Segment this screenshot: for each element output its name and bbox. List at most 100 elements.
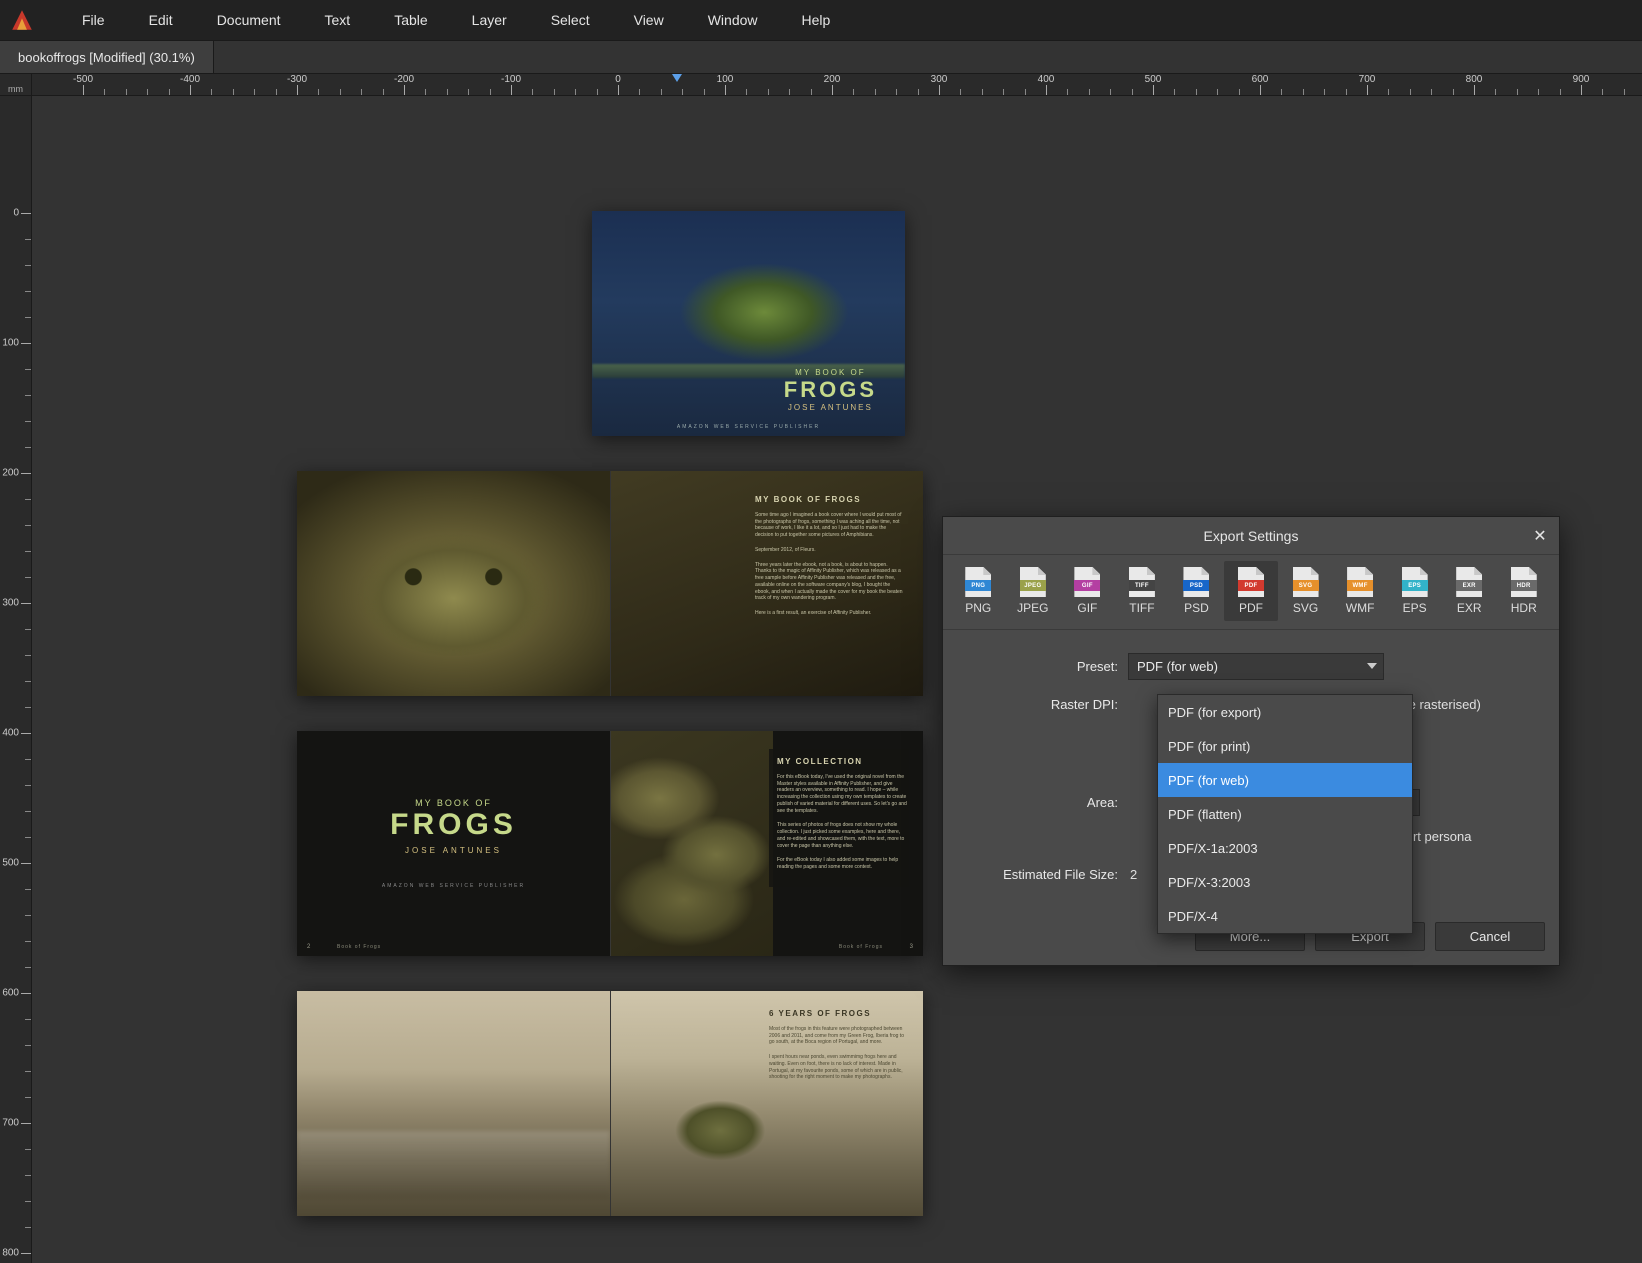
estimated-size-label: Estimated File Size: bbox=[963, 867, 1128, 882]
ruler-minor-tick bbox=[25, 655, 31, 656]
ruler-minor-tick bbox=[25, 837, 31, 838]
spread-3-text: MY COLLECTION For this eBook today, I've… bbox=[769, 749, 909, 887]
ruler-minor-tick bbox=[25, 499, 31, 500]
pdf-file-icon: PDF bbox=[1238, 567, 1264, 597]
format-tab-eps[interactable]: EPSEPS bbox=[1387, 561, 1442, 621]
preset-option[interactable]: PDF/X-1a:2003 bbox=[1158, 831, 1412, 865]
format-tab-wmf[interactable]: WMFWMF bbox=[1333, 561, 1388, 621]
spread-4[interactable]: 6 YEARS OF FROGS Most of the frogs in th… bbox=[297, 991, 923, 1216]
menu-bar: File Edit Document Text Table Layer Sele… bbox=[0, 0, 1642, 40]
format-tab-label: SVG bbox=[1293, 601, 1318, 615]
spread-2-heading: MY BOOK OF FROGS bbox=[755, 495, 905, 506]
format-tab-pdf[interactable]: PDF PDF bbox=[1224, 561, 1279, 621]
spread-3-photo bbox=[611, 731, 773, 956]
menu-file[interactable]: File bbox=[60, 2, 127, 38]
ruler-tick bbox=[190, 85, 191, 95]
ruler-tick-label: -400 bbox=[180, 74, 200, 85]
preset-option[interactable]: PDF (for web) bbox=[1158, 763, 1412, 797]
ruler-minor-tick bbox=[25, 785, 31, 786]
preset-value: PDF (for web) bbox=[1137, 659, 1218, 674]
spread-3-p2: This series of photos of frogs does not … bbox=[777, 822, 909, 849]
ruler-minor-tick bbox=[25, 915, 31, 916]
spread-2-p3: Three years later the ebook, not a book,… bbox=[755, 562, 905, 603]
ruler-minor-tick bbox=[575, 89, 576, 95]
ruler-tick bbox=[1260, 85, 1261, 95]
format-tab-png[interactable]: PNGPNG bbox=[951, 561, 1006, 621]
format-tab-jpeg[interactable]: JPEGJPEG bbox=[1006, 561, 1061, 621]
ruler-minor-tick bbox=[1624, 89, 1625, 95]
ruler-tick-label: 400 bbox=[2, 728, 19, 739]
ruler-minor-tick bbox=[447, 89, 448, 95]
dialog-title-bar[interactable]: Export Settings ✕ bbox=[943, 517, 1559, 555]
preset-option[interactable]: PDF/X-4 bbox=[1158, 899, 1412, 933]
ruler-minor-tick bbox=[746, 89, 747, 95]
ruler-minor-tick bbox=[1025, 89, 1026, 95]
spread-4-text: 6 YEARS OF FROGS Most of the frogs in th… bbox=[769, 1009, 909, 1089]
format-tab-psd[interactable]: PSDPSD bbox=[1169, 561, 1224, 621]
menu-table[interactable]: Table bbox=[372, 2, 449, 38]
preset-select[interactable]: PDF (for web) bbox=[1128, 653, 1384, 680]
ruler-minor-tick bbox=[1217, 89, 1218, 95]
menu-layer[interactable]: Layer bbox=[450, 2, 529, 38]
horizontal-ruler[interactable]: -500-400-300-200-10001002003004005006007… bbox=[32, 74, 1642, 95]
vertical-ruler[interactable]: 0100200300400500600700800 bbox=[0, 96, 32, 1263]
ruler-tick-label: 200 bbox=[824, 74, 841, 85]
ruler-tick-label: 0 bbox=[615, 74, 621, 85]
ruler-minor-tick bbox=[169, 89, 170, 95]
menu-select[interactable]: Select bbox=[529, 2, 612, 38]
ruler-minor-tick bbox=[639, 89, 640, 95]
ruler-minor-tick bbox=[1196, 89, 1197, 95]
ruler-tick-label: -300 bbox=[287, 74, 307, 85]
spread-3[interactable]: MY BOOK OF FROGS JOSE ANTUNES AMAZON WEB… bbox=[297, 731, 923, 956]
ruler-tick bbox=[404, 85, 405, 95]
menu-window[interactable]: Window bbox=[686, 2, 780, 38]
format-tab-svg[interactable]: SVGSVG bbox=[1278, 561, 1333, 621]
spread-2[interactable]: MY BOOK OF FROGS Some time ago I imagine… bbox=[297, 471, 923, 696]
ruler-minor-tick bbox=[25, 811, 31, 812]
cancel-button[interactable]: Cancel bbox=[1435, 922, 1545, 951]
ruler-tick-label: 800 bbox=[2, 1248, 19, 1259]
ruler-minor-tick bbox=[1388, 89, 1389, 95]
ruler-minor-tick bbox=[490, 89, 491, 95]
menu-help[interactable]: Help bbox=[780, 2, 853, 38]
format-tab-gif[interactable]: GIFGIF bbox=[1060, 561, 1115, 621]
document-tab[interactable]: bookoffrogs [Modified] (30.1%) bbox=[0, 41, 214, 73]
ruler-tick bbox=[21, 1253, 31, 1254]
preset-option[interactable]: PDF (for export) bbox=[1158, 695, 1412, 729]
preset-option[interactable]: PDF/X-3:2003 bbox=[1158, 865, 1412, 899]
dialog-title: Export Settings bbox=[1204, 528, 1299, 544]
ruler-minor-tick bbox=[425, 89, 426, 95]
ruler-playhead-icon[interactable] bbox=[672, 74, 682, 82]
format-tab-exr[interactable]: EXREXR bbox=[1442, 561, 1497, 621]
ruler-minor-tick bbox=[1560, 89, 1561, 95]
cover-author: JOSE ANTUNES bbox=[784, 403, 877, 412]
cover-title-block: MY BOOK OF FROGS JOSE ANTUNES bbox=[784, 368, 877, 412]
ruler-minor-tick bbox=[1281, 89, 1282, 95]
ruler-minor-tick bbox=[1410, 89, 1411, 95]
preset-label: Preset: bbox=[963, 659, 1128, 674]
format-tab-tiff[interactable]: TIFFTIFF bbox=[1115, 561, 1170, 621]
format-tab-label: TIFF bbox=[1129, 601, 1154, 615]
ruler-tick-label: 800 bbox=[1466, 74, 1483, 85]
ruler-minor-tick bbox=[1239, 89, 1240, 95]
spread-3-heading: MY COLLECTION bbox=[777, 757, 909, 768]
menu-view[interactable]: View bbox=[612, 2, 686, 38]
page-number-left: 2 bbox=[307, 944, 310, 950]
preset-option[interactable]: PDF (flatten) bbox=[1158, 797, 1412, 831]
spread-3-p1: For this eBook today, I've used the orig… bbox=[777, 774, 909, 815]
ruler-minor-tick bbox=[1602, 89, 1603, 95]
menu-edit[interactable]: Edit bbox=[127, 2, 195, 38]
ruler-tick-label: -100 bbox=[501, 74, 521, 85]
spread-4-p1: Most of the frogs in this feature were p… bbox=[769, 1026, 909, 1046]
menu-text[interactable]: Text bbox=[303, 2, 373, 38]
spread-cover[interactable]: MY BOOK OF FROGS JOSE ANTUNES AMAZON WEB… bbox=[592, 211, 905, 436]
close-icon[interactable]: ✕ bbox=[1527, 523, 1553, 549]
format-tab-label: PDF bbox=[1239, 601, 1263, 615]
format-tab-hdr[interactable]: HDRHDR bbox=[1496, 561, 1551, 621]
menu-document[interactable]: Document bbox=[195, 2, 303, 38]
ruler-tick-label: 0 bbox=[13, 208, 19, 219]
preset-dropdown[interactable]: PDF (for export)PDF (for print)PDF (for … bbox=[1157, 694, 1413, 934]
ruler-minor-tick bbox=[704, 89, 705, 95]
app-logo-icon bbox=[8, 6, 36, 34]
preset-option[interactable]: PDF (for print) bbox=[1158, 729, 1412, 763]
